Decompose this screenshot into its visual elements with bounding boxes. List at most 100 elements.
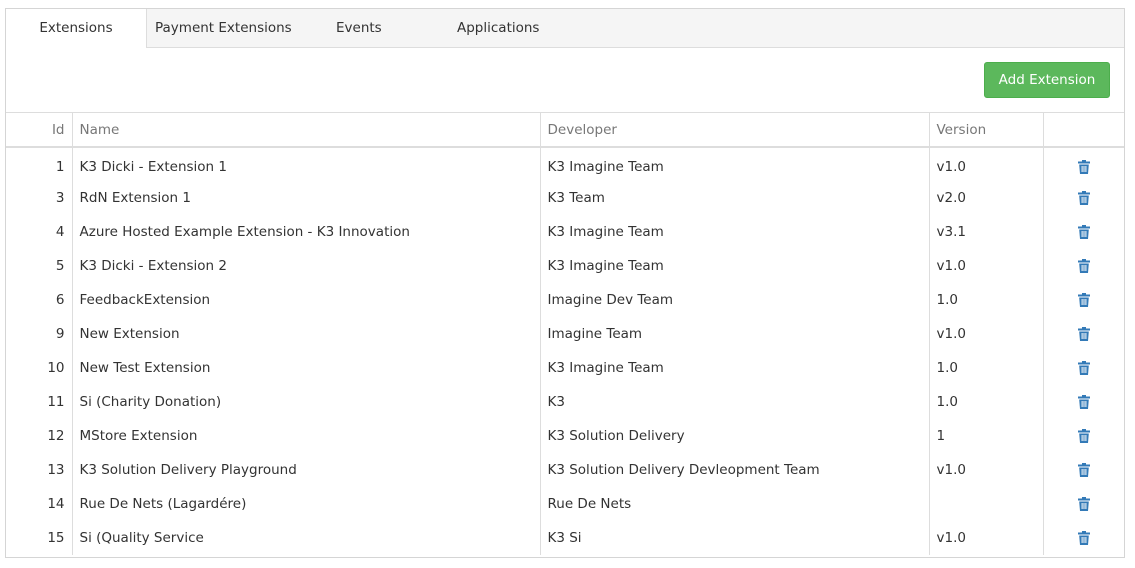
cell-developer: K3 Si [540, 521, 930, 555]
trash-icon[interactable] [1077, 259, 1090, 273]
table-row[interactable]: 14 Rue De Nets (Lagardére) Rue De Nets [6, 487, 1124, 521]
table-row[interactable]: 9 New Extension Imagine Team v1.0 [6, 317, 1124, 351]
tab-events[interactable]: Events [328, 9, 449, 47]
tab-applications[interactable]: Applications [449, 9, 569, 47]
cell-version: 1.0 [929, 385, 1044, 419]
cell-version: v2.0 [929, 181, 1044, 215]
tab-bar: Extensions Payment Extensions Events App… [6, 9, 1124, 48]
tab-payment-extensions[interactable]: Payment Extensions [147, 9, 328, 47]
cell-developer: Imagine Team [540, 317, 930, 351]
table-row[interactable]: 5 K3 Dicki - Extension 2 K3 Imagine Team v1… [6, 249, 1124, 283]
cell-actions [1043, 385, 1124, 419]
column-header-developer[interactable]: Developer [540, 113, 930, 148]
cell-id: 1 [6, 147, 73, 181]
cell-name: Azure Hosted Example Extension - K3 Inno… [72, 215, 541, 249]
cell-name: New Test Extension [72, 351, 541, 385]
add-extension-button[interactable]: Add Extension [984, 62, 1110, 98]
toolbar: Add Extension [6, 48, 1124, 113]
cell-version: v3.1 [929, 215, 1044, 249]
cell-developer: K3 Imagine Team [540, 215, 930, 249]
extensions-panel: Extensions Payment Extensions Events App… [5, 8, 1125, 558]
table-row[interactable]: 15 Si (Quality Service K3 Si v1.0 [6, 521, 1124, 555]
cell-name: K3 Solution Delivery Playground [72, 453, 541, 487]
cell-actions [1043, 215, 1124, 249]
cell-actions [1043, 521, 1124, 555]
cell-developer: K3 Solution Delivery [540, 419, 930, 453]
cell-actions [1043, 147, 1124, 181]
cell-id: 14 [6, 487, 73, 521]
cell-name: Rue De Nets (Lagardére) [72, 487, 541, 521]
column-header-actions [1043, 113, 1124, 148]
cell-version: v1.0 [929, 249, 1044, 283]
cell-developer: K3 Solution Delivery Devleopment Team [540, 453, 930, 487]
table-body: 1 K3 Dicki - Extension 1 K3 Imagine Team v1… [6, 147, 1124, 555]
table-row[interactable]: 1 K3 Dicki - Extension 1 K3 Imagine Team v1… [6, 147, 1124, 181]
trash-icon[interactable] [1077, 497, 1090, 511]
tab-extensions[interactable]: Extensions [6, 9, 147, 48]
cell-version: v1.0 [929, 317, 1044, 351]
trash-icon[interactable] [1077, 327, 1090, 341]
cell-name: K3 Dicki - Extension 1 [72, 147, 541, 181]
column-header-name[interactable]: Name [72, 113, 541, 148]
table-row[interactable]: 13 K3 Solution Delivery Playground K3 Solu… [6, 453, 1124, 487]
cell-id: 12 [6, 419, 73, 453]
cell-developer: K3 Imagine Team [540, 351, 930, 385]
cell-developer: K3 Imagine Team [540, 147, 930, 181]
column-header-version[interactable]: Version [929, 113, 1044, 148]
trash-icon[interactable] [1077, 293, 1090, 307]
cell-version: v1.0 [929, 147, 1044, 181]
cell-id: 11 [6, 385, 73, 419]
cell-id: 3 [6, 181, 73, 215]
cell-actions [1043, 453, 1124, 487]
table-row[interactable]: 4 Azure Hosted Example Extension - K3 Inn… [6, 215, 1124, 249]
trash-icon[interactable] [1077, 159, 1090, 174]
cell-actions [1043, 283, 1124, 317]
cell-developer: K3 Team [540, 181, 930, 215]
cell-actions [1043, 249, 1124, 283]
table-row[interactable]: 6 FeedbackExtension Imagine Dev Team 1.0 [6, 283, 1124, 317]
trash-icon[interactable] [1077, 463, 1090, 477]
cell-version: 1.0 [929, 351, 1044, 385]
trash-icon[interactable] [1077, 191, 1090, 205]
cell-version: 1.0 [929, 283, 1044, 317]
cell-actions [1043, 317, 1124, 351]
trash-icon[interactable] [1077, 429, 1090, 443]
cell-name: RdN Extension 1 [72, 181, 541, 215]
table-row[interactable]: 10 New Test Extension K3 Imagine Team 1.0 [6, 351, 1124, 385]
extensions-table: Id Name Developer Version 1 K3 Dicki - Ex… [6, 113, 1124, 555]
cell-name: Si (Charity Donation) [72, 385, 541, 419]
table-row[interactable]: 11 Si (Charity Donation) K3 1.0 [6, 385, 1124, 419]
trash-icon[interactable] [1077, 395, 1090, 409]
trash-icon[interactable] [1077, 361, 1090, 375]
cell-name: Si (Quality Service [72, 521, 541, 555]
cell-name: MStore Extension [72, 419, 541, 453]
cell-id: 15 [6, 521, 73, 555]
cell-actions [1043, 419, 1124, 453]
cell-id: 4 [6, 215, 73, 249]
cell-id: 13 [6, 453, 73, 487]
cell-name: K3 Dicki - Extension 2 [72, 249, 541, 283]
cell-name: New Extension [72, 317, 541, 351]
table-header: Id Name Developer Version [6, 113, 1124, 148]
cell-version: 1 [929, 419, 1044, 453]
cell-id: 6 [6, 283, 73, 317]
cell-actions [1043, 487, 1124, 521]
cell-developer: K3 Imagine Team [540, 249, 930, 283]
cell-id: 10 [6, 351, 73, 385]
table-row[interactable]: 12 MStore Extension K3 Solution Delivery 1 [6, 419, 1124, 453]
cell-id: 9 [6, 317, 73, 351]
column-header-id[interactable]: Id [6, 113, 73, 148]
cell-developer: K3 [540, 385, 930, 419]
cell-developer: Rue De Nets [540, 487, 930, 521]
cell-actions [1043, 351, 1124, 385]
cell-name: FeedbackExtension [72, 283, 541, 317]
trash-icon[interactable] [1077, 531, 1090, 545]
cell-version: v1.0 [929, 453, 1044, 487]
table-row[interactable]: 3 RdN Extension 1 K3 Team v2.0 [6, 181, 1124, 215]
trash-icon[interactable] [1077, 225, 1090, 239]
cell-developer: Imagine Dev Team [540, 283, 930, 317]
cell-version: v1.0 [929, 521, 1044, 555]
cell-id: 5 [6, 249, 73, 283]
cell-actions [1043, 181, 1124, 215]
cell-version [929, 487, 1044, 521]
